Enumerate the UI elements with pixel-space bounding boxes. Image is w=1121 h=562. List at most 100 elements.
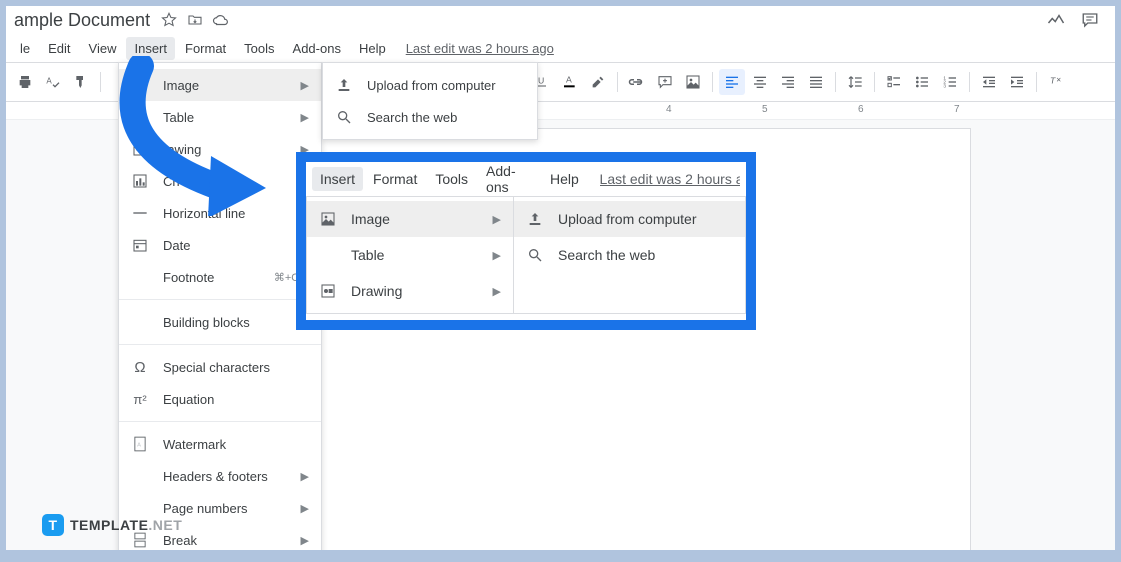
menu-addons[interactable]: Add-ons xyxy=(285,37,349,60)
increase-indent-icon[interactable] xyxy=(1004,69,1030,95)
menu-view[interactable]: View xyxy=(81,37,125,60)
chart-icon xyxy=(131,172,149,190)
align-justify-icon[interactable] xyxy=(803,69,829,95)
clear-formatting-icon[interactable]: T✕ xyxy=(1043,69,1069,95)
bulleted-list-icon[interactable] xyxy=(909,69,935,95)
svg-text:A: A xyxy=(566,75,572,85)
menu-label: Ch xyxy=(163,174,287,189)
insert-headers-footers-item[interactable]: Headers & footers ▶ xyxy=(119,460,321,492)
cloud-icon[interactable] xyxy=(212,11,230,29)
callout-image-item[interactable]: Image ▶ xyxy=(307,201,513,237)
search-the-web-item[interactable]: Search the web xyxy=(323,101,537,133)
pi-icon: π² xyxy=(131,390,149,408)
blank-icon xyxy=(131,268,149,286)
activity-icon[interactable] xyxy=(1047,11,1065,29)
menu-edit[interactable]: Edit xyxy=(40,37,78,60)
image-icon xyxy=(319,210,337,228)
callout-menu-addons[interactable]: Add-ons xyxy=(478,159,540,199)
callout-dropdown: Image ▶ Table ▶ Drawing ▶ xyxy=(306,196,514,314)
insert-image-icon[interactable] xyxy=(680,69,706,95)
numbered-list-icon[interactable]: 123 xyxy=(937,69,963,95)
insert-chart-item[interactable]: Ch ▶ xyxy=(119,165,321,197)
line-spacing-icon[interactable] xyxy=(842,69,868,95)
insert-footnote-item[interactable]: Footnote ⌘+Opt xyxy=(119,261,321,293)
blank-icon xyxy=(319,246,337,264)
callout-menu-format[interactable]: Format xyxy=(365,167,425,191)
last-edit-link[interactable]: Last edit was 2 hours ago xyxy=(406,41,554,56)
callout-menu-insert[interactable]: Insert xyxy=(312,167,363,191)
menu-label: Special characters xyxy=(163,360,309,375)
callout-menu-help[interactable]: Help xyxy=(542,167,587,191)
search-icon xyxy=(335,108,353,126)
spellcheck-icon[interactable]: A xyxy=(40,69,66,95)
callout-menu-tools[interactable]: Tools xyxy=(427,167,476,191)
align-left-icon[interactable] xyxy=(719,69,745,95)
watermark-text-1: TEMPLATE xyxy=(70,517,148,533)
menu-label: Date xyxy=(163,238,309,253)
menu-label: Headers & footers xyxy=(163,469,287,484)
svg-text:U: U xyxy=(538,75,544,85)
align-center-icon[interactable] xyxy=(747,69,773,95)
menu-label: Image xyxy=(351,211,479,227)
chevron-right-icon: ▶ xyxy=(301,111,309,124)
callout-drawing-item[interactable]: Drawing ▶ xyxy=(307,273,513,309)
menu-separator xyxy=(119,421,321,422)
insert-table-item[interactable]: Table ▶ xyxy=(119,101,321,133)
insert-image-item[interactable]: Image ▶ xyxy=(119,69,321,101)
insert-watermark-item[interactable]: A Watermark xyxy=(119,428,321,460)
blank-icon xyxy=(131,467,149,485)
chevron-right-icon: ▶ xyxy=(301,534,309,547)
menu-separator xyxy=(119,344,321,345)
menu-label: Horizontal line xyxy=(163,206,309,221)
image-submenu: Upload from computer Search the web xyxy=(322,62,538,140)
menu-file[interactable]: le xyxy=(12,37,38,60)
date-icon xyxy=(131,236,149,254)
doc-title[interactable]: ample Document xyxy=(14,10,150,31)
move-folder-icon[interactable] xyxy=(186,11,204,29)
svg-text:✕: ✕ xyxy=(1056,77,1062,84)
drawing-icon xyxy=(319,282,337,300)
menu-label: Upload from computer xyxy=(367,78,525,93)
add-comment-icon[interactable] xyxy=(652,69,678,95)
print-icon[interactable] xyxy=(12,69,38,95)
blank-icon xyxy=(131,108,149,126)
chevron-right-icon: ▶ xyxy=(301,470,309,483)
comment-icon[interactable] xyxy=(1081,11,1099,29)
menu-label: Drawing xyxy=(351,283,479,299)
svg-text:T: T xyxy=(1050,75,1056,85)
insert-equation-item[interactable]: π² Equation xyxy=(119,383,321,415)
menu-separator xyxy=(119,299,321,300)
upload-from-computer-item[interactable]: Upload from computer xyxy=(323,69,537,101)
insert-date-item[interactable]: Date xyxy=(119,229,321,261)
insert-special-chars-item[interactable]: Ω Special characters xyxy=(119,351,321,383)
menu-insert[interactable]: Insert xyxy=(126,37,175,60)
insert-drawing-item[interactable]: rawing ▶ xyxy=(119,133,321,165)
menu-label: Search the web xyxy=(367,110,525,125)
insert-building-blocks-item[interactable]: Building blocks ▶ xyxy=(119,306,321,338)
chevron-right-icon: ▶ xyxy=(493,285,501,298)
chevron-right-icon: ▶ xyxy=(493,249,501,262)
checklist-icon[interactable] xyxy=(881,69,907,95)
callout-last-edit[interactable]: Last edit was 2 hours ago xyxy=(600,171,740,187)
star-icon[interactable] xyxy=(160,11,178,29)
link-icon[interactable] xyxy=(624,69,650,95)
menu-label: Table xyxy=(351,247,479,263)
align-right-icon[interactable] xyxy=(775,69,801,95)
chevron-right-icon: ▶ xyxy=(493,213,501,226)
paint-format-icon[interactable] xyxy=(68,69,94,95)
blank-icon xyxy=(131,313,149,331)
watermark-badge: T xyxy=(42,514,64,536)
callout-upload-item[interactable]: Upload from computer xyxy=(514,201,745,237)
upload-icon xyxy=(526,210,544,228)
callout-search-web-item[interactable]: Search the web xyxy=(514,237,745,273)
menu-help[interactable]: Help xyxy=(351,37,394,60)
upload-icon xyxy=(335,76,353,94)
watermark-text-2: .NET xyxy=(148,517,182,533)
decrease-indent-icon[interactable] xyxy=(976,69,1002,95)
highlight-icon[interactable] xyxy=(585,69,611,95)
insert-hline-item[interactable]: Horizontal line xyxy=(119,197,321,229)
menu-format[interactable]: Format xyxy=(177,37,234,60)
text-color-icon[interactable]: A xyxy=(557,69,583,95)
menu-tools[interactable]: Tools xyxy=(236,37,282,60)
callout-table-item[interactable]: Table ▶ xyxy=(307,237,513,273)
